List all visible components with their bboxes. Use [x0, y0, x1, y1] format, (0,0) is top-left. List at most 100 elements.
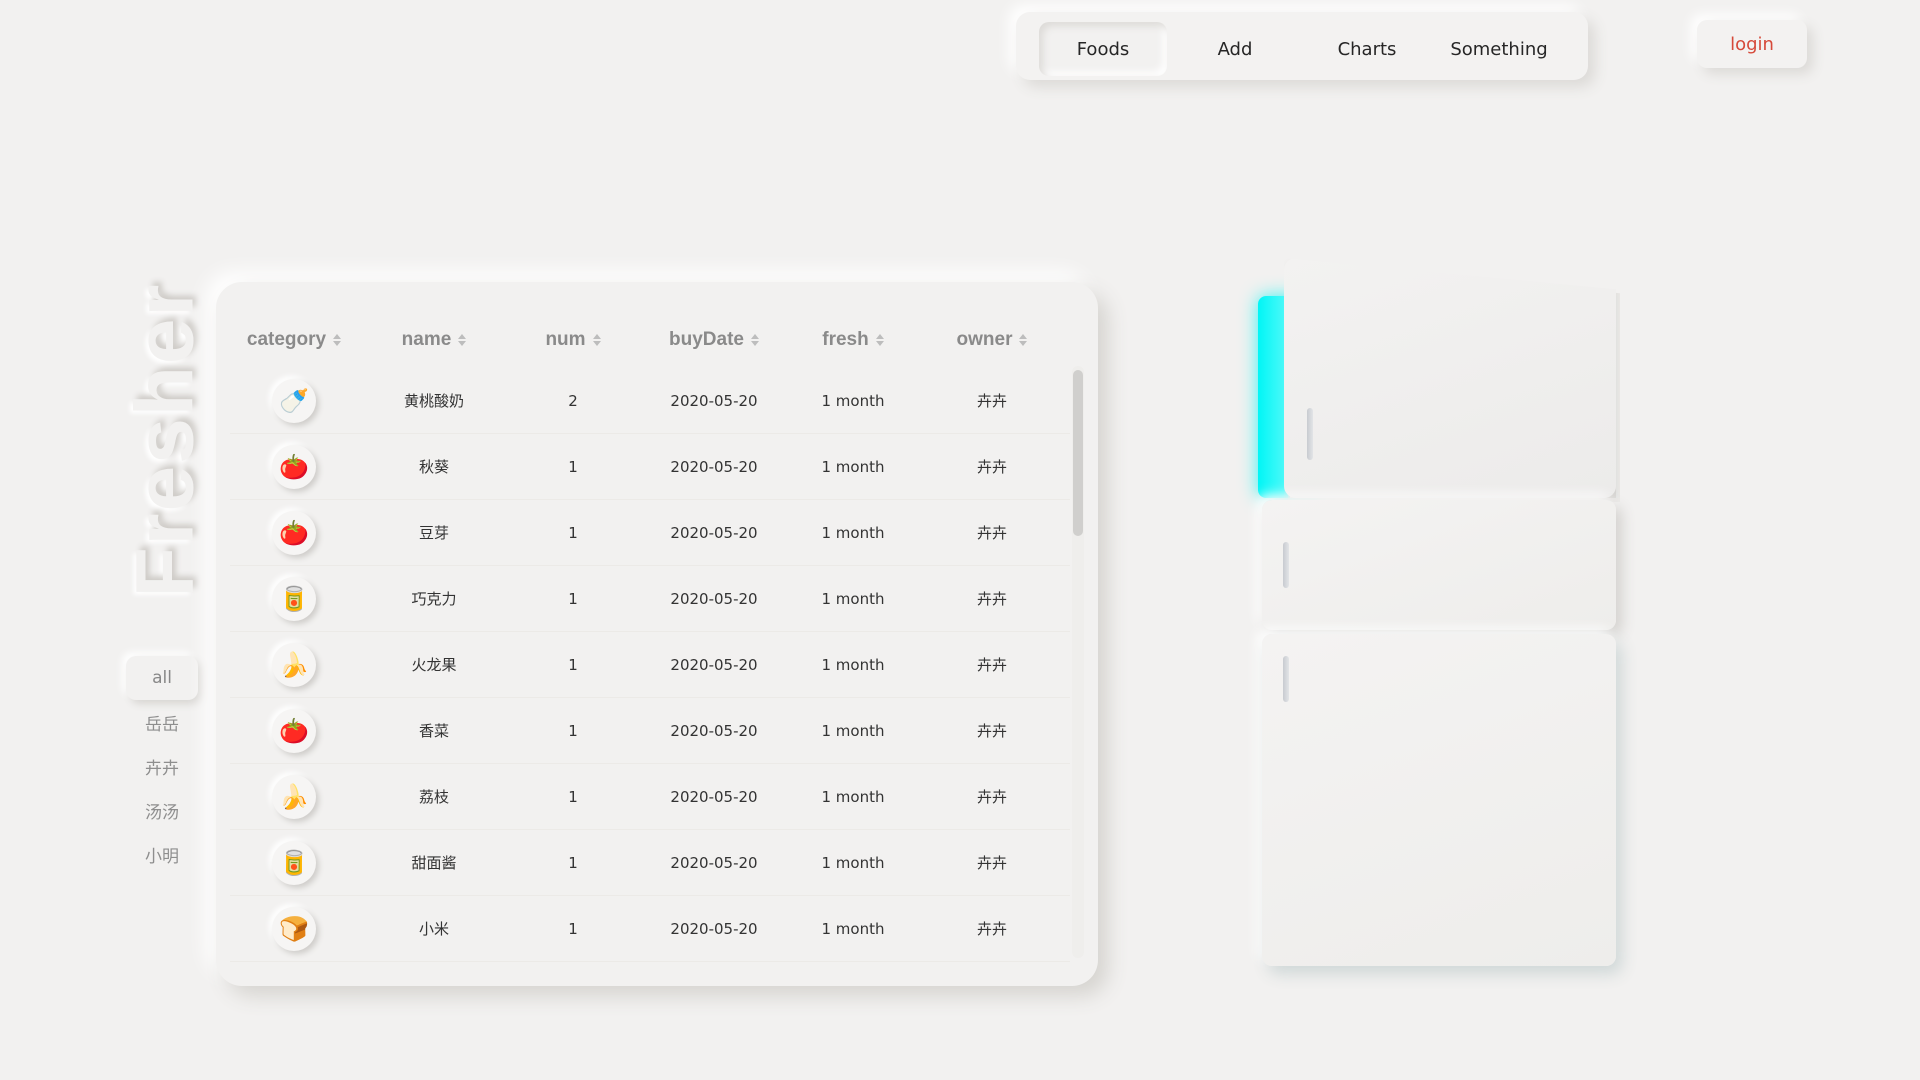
cell-fresh: 1 month [821, 457, 885, 476]
cell-owner: 卉卉 [976, 920, 1007, 938]
header-category-label: category [246, 329, 327, 350]
table-row[interactable]: 🍌 火龙果 1 2020-05-20 1 month 卉卉 [230, 632, 1070, 698]
login-button[interactable]: login [1697, 20, 1807, 68]
table-row[interactable]: 🍌 荔枝 1 2020-05-20 1 month 卉卉 [230, 764, 1070, 830]
cell-owner: 卉卉 [976, 656, 1007, 674]
cell-name: 秋葵 [418, 458, 449, 476]
cell-fresh: 1 month [821, 721, 885, 740]
cell-fresh: 1 month [821, 787, 885, 806]
header-fresh[interactable]: fresh [792, 329, 914, 351]
fridge-handle-icon [1283, 542, 1289, 588]
cell-fresh: 1 month [821, 589, 885, 608]
cell-buydate: 2020-05-20 [670, 655, 758, 674]
foods-table-card: category name num buyDate fresh owner 🍼 … [216, 282, 1098, 986]
nav-tab-something[interactable]: Something [1435, 22, 1563, 76]
cell-name: 荔枝 [418, 788, 449, 806]
cell-fresh: 1 month [821, 655, 885, 674]
table-row[interactable]: 🍞 小米 1 2020-05-20 1 month 卉卉 [230, 896, 1070, 962]
nav-tab-add[interactable]: Add [1171, 22, 1299, 76]
cell-name: 黄桃酸奶 [403, 392, 464, 410]
header-name[interactable]: name [358, 329, 510, 351]
cell-owner: 卉卉 [976, 788, 1007, 806]
header-num-label: num [545, 329, 586, 350]
cell-owner: 卉卉 [976, 590, 1007, 608]
fridge-handle-icon [1283, 656, 1289, 702]
header-category[interactable]: category [230, 329, 358, 351]
nav-tab-foods[interactable]: Foods [1039, 22, 1167, 76]
header-owner[interactable]: owner [914, 329, 1070, 351]
cell-owner: 卉卉 [976, 854, 1007, 872]
cell-name: 火龙果 [411, 656, 457, 674]
filter-item-huihui[interactable]: 卉卉 [126, 744, 198, 788]
cell-num: 1 [568, 655, 578, 674]
category-icon: 🥫 [272, 576, 316, 621]
table-row[interactable]: 🍅 香菜 1 2020-05-20 1 month 卉卉 [230, 698, 1070, 764]
owner-filter: all 岳岳 卉卉 汤汤 小明 [126, 656, 198, 876]
category-icon: 🍞 [272, 906, 316, 951]
cell-owner: 卉卉 [976, 392, 1007, 410]
top-nav: Foods Add Charts Something [1016, 12, 1588, 80]
filter-item-yueyue[interactable]: 岳岳 [126, 700, 198, 744]
table-scrollbar-thumb[interactable] [1073, 370, 1083, 536]
cell-num: 1 [568, 721, 578, 740]
cell-buydate: 2020-05-20 [670, 787, 758, 806]
cell-buydate: 2020-05-20 [670, 919, 758, 938]
cell-buydate: 2020-05-20 [670, 523, 758, 542]
sort-icon[interactable] [875, 334, 884, 346]
brand-title: Fresher [119, 283, 210, 598]
cell-name: 甜面酱 [411, 854, 457, 872]
header-fresh-label: fresh [822, 329, 869, 350]
table-row[interactable]: 🥫 甜面酱 1 2020-05-20 1 month 卉卉 [230, 830, 1070, 896]
cell-fresh: 1 month [821, 391, 885, 410]
category-icon: 🍅 [272, 708, 316, 753]
cell-num: 1 [568, 919, 578, 938]
cell-fresh: 1 month [821, 853, 885, 872]
fridge-door-top[interactable] [1284, 258, 1616, 498]
brand-title-text: Fresher [119, 282, 211, 598]
category-icon: 🍅 [272, 510, 316, 555]
cell-buydate: 2020-05-20 [670, 589, 758, 608]
table-scrollbar[interactable] [1072, 366, 1084, 958]
filter-item-all[interactable]: all [126, 656, 198, 700]
cell-num: 1 [568, 589, 578, 608]
fridge-handle-icon [1307, 408, 1313, 460]
cell-name: 小米 [418, 920, 449, 938]
table-row[interactable]: 🥫 巧克力 1 2020-05-20 1 month 卉卉 [230, 566, 1070, 632]
category-icon: 🍅 [272, 444, 316, 489]
fridge-door-middle[interactable] [1262, 500, 1616, 630]
sort-icon[interactable] [750, 334, 759, 346]
category-icon: 🥫 [272, 840, 316, 885]
cell-num: 1 [568, 853, 578, 872]
nav-tab-charts[interactable]: Charts [1303, 22, 1431, 76]
table-row[interactable]: 🍅 豆芽 1 2020-05-20 1 month 卉卉 [230, 500, 1070, 566]
table-row[interactable]: 🍅 秋葵 1 2020-05-20 1 month 卉卉 [230, 434, 1070, 500]
cell-buydate: 2020-05-20 [670, 391, 758, 410]
cell-num: 1 [568, 787, 578, 806]
cell-num: 2 [568, 391, 578, 410]
cell-buydate: 2020-05-20 [670, 853, 758, 872]
category-icon: 🍌 [272, 774, 316, 819]
header-num[interactable]: num [510, 329, 636, 351]
cell-fresh: 1 month [821, 523, 885, 542]
header-buydate-label: buyDate [669, 329, 744, 350]
sort-icon[interactable] [592, 334, 601, 346]
cell-num: 1 [568, 457, 578, 476]
cell-buydate: 2020-05-20 [670, 721, 758, 740]
fridge-door-bottom[interactable] [1262, 634, 1616, 966]
sort-icon[interactable] [333, 334, 342, 346]
table-header: category name num buyDate fresh owner [230, 312, 1070, 368]
sort-icon[interactable] [458, 334, 467, 346]
cell-owner: 卉卉 [976, 722, 1007, 740]
cell-owner: 卉卉 [976, 524, 1007, 542]
header-name-label: name [401, 329, 452, 350]
table-body: 🍼 黄桃酸奶 2 2020-05-20 1 month 卉卉 🍅 秋葵 1 20… [230, 368, 1070, 968]
sort-icon[interactable] [1019, 334, 1028, 346]
table-row[interactable]: 🍼 黄桃酸奶 2 2020-05-20 1 month 卉卉 [230, 368, 1070, 434]
header-buydate[interactable]: buyDate [636, 329, 792, 351]
header-owner-label: owner [956, 329, 1013, 350]
cell-owner: 卉卉 [976, 458, 1007, 476]
filter-item-xiaoming[interactable]: 小明 [126, 832, 198, 876]
filter-item-tangtang[interactable]: 汤汤 [126, 788, 198, 832]
category-icon: 🍌 [272, 642, 316, 687]
cell-name: 香菜 [418, 722, 449, 740]
